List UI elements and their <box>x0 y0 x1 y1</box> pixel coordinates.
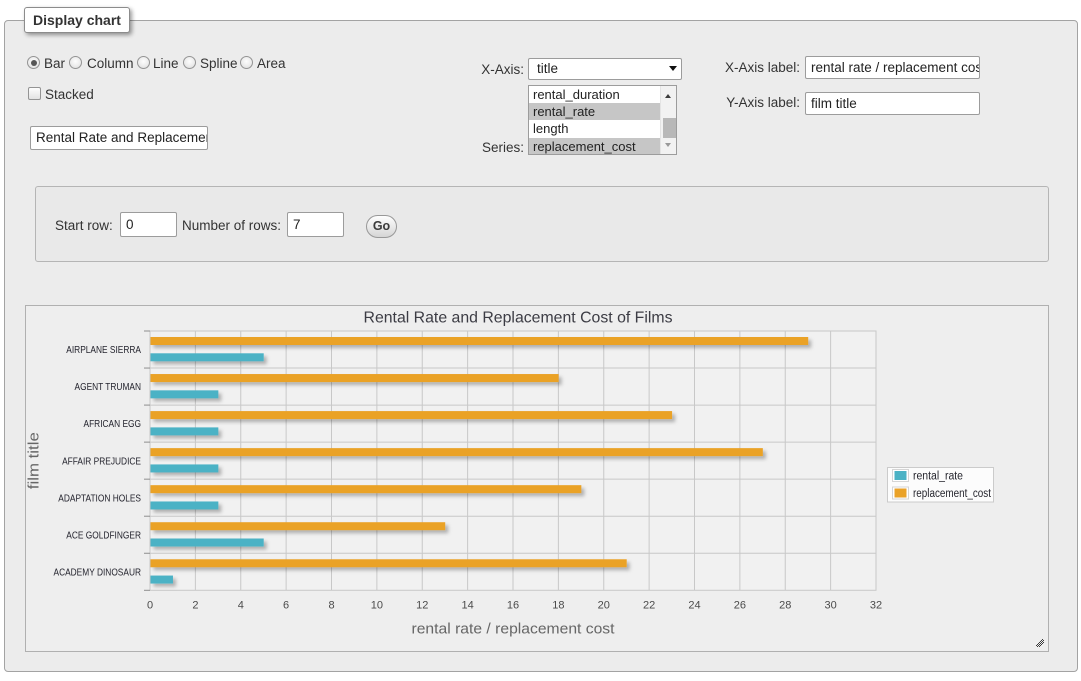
svg-text:ACADEMY DINOSAUR: ACADEMY DINOSAUR <box>54 567 142 578</box>
svg-text:rental_rate: rental_rate <box>913 471 963 483</box>
svg-text:32: 32 <box>870 600 882 612</box>
svg-text:26: 26 <box>734 600 746 612</box>
svg-text:12: 12 <box>416 600 428 612</box>
svg-text:30: 30 <box>824 600 836 612</box>
svg-text:ADAPTATION HOLES: ADAPTATION HOLES <box>58 493 141 504</box>
svg-text:film title: film title <box>26 432 43 489</box>
svg-text:ACE GOLDFINGER: ACE GOLDFINGER <box>66 530 141 541</box>
svg-text:rental rate / replacement cost: rental rate / replacement cost <box>412 621 616 638</box>
svg-text:8: 8 <box>328 600 334 612</box>
svg-text:14: 14 <box>461 600 473 612</box>
svg-text:28: 28 <box>779 600 791 612</box>
svg-text:4: 4 <box>238 600 244 612</box>
svg-text:20: 20 <box>598 600 610 612</box>
svg-text:2: 2 <box>192 600 198 612</box>
svg-text:0: 0 <box>147 600 153 612</box>
svg-text:10: 10 <box>371 600 383 612</box>
svg-text:AFRICAN EGG: AFRICAN EGG <box>84 419 142 430</box>
svg-text:24: 24 <box>688 600 700 612</box>
svg-text:replacement_cost: replacement_cost <box>913 488 992 500</box>
svg-text:6: 6 <box>283 600 289 612</box>
svg-text:16: 16 <box>507 600 519 612</box>
svg-text:AFFAIR PREJUDICE: AFFAIR PREJUDICE <box>62 456 141 467</box>
svg-text:AIRPLANE SIERRA: AIRPLANE SIERRA <box>66 345 141 356</box>
svg-text:22: 22 <box>643 600 655 612</box>
svg-text:18: 18 <box>552 600 564 612</box>
svg-text:AGENT TRUMAN: AGENT TRUMAN <box>75 382 142 393</box>
svg-text:Rental Rate and Replacement Co: Rental Rate and Replacement Cost of Film… <box>364 310 673 327</box>
